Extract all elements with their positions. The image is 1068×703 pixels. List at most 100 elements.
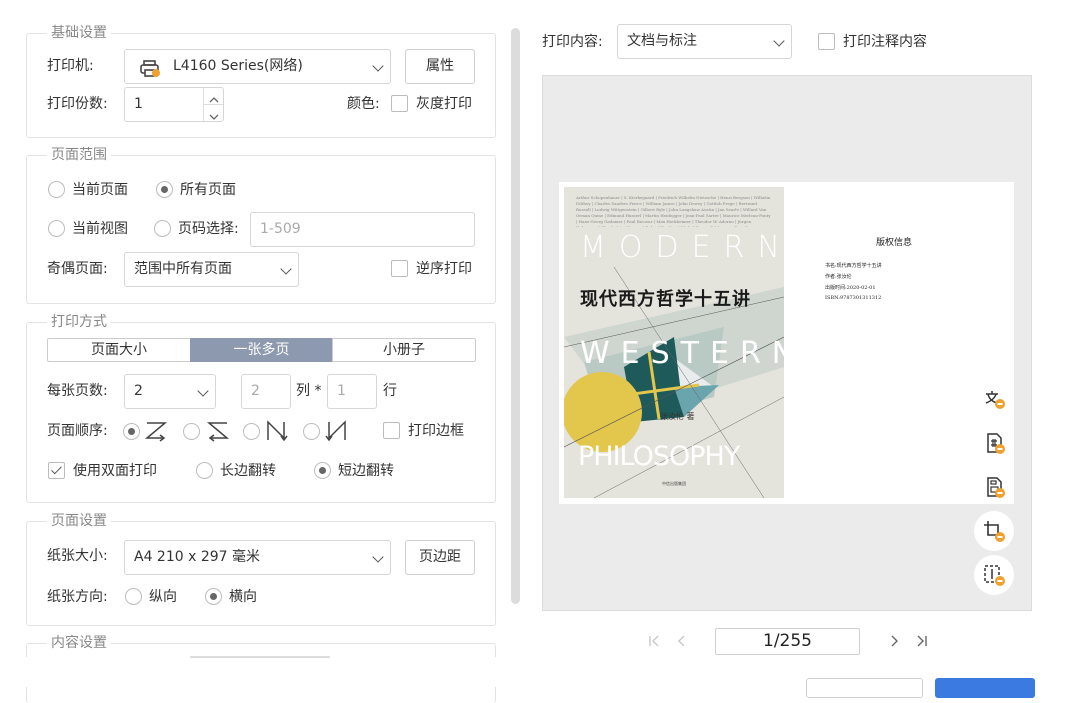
- tab-page-size[interactable]: 页面大小: [47, 338, 191, 362]
- margins-button[interactable]: 页边距: [405, 540, 475, 575]
- stepper-up-icon[interactable]: [203, 88, 223, 105]
- content-settings-legend: 内容设置: [47, 634, 111, 652]
- portrait-radio[interactable]: [125, 588, 142, 605]
- tab-booklet[interactable]: 小册子: [332, 338, 476, 362]
- print-border-label: 打印边框: [408, 423, 464, 439]
- long-edge-label: 长边翻转: [220, 463, 276, 479]
- crop-button[interactable]: [974, 511, 1014, 551]
- paper-size-select[interactable]: A4 210 x 297 毫米: [124, 540, 391, 575]
- printer-icon: [139, 58, 161, 77]
- print-mode-legend: 打印方式: [47, 313, 111, 331]
- cancel-button[interactable]: [806, 678, 923, 698]
- page-indicator-input[interactable]: 1/255: [715, 628, 860, 655]
- doc-save-icon[interactable]: [982, 475, 1008, 501]
- order-n-right-icon: [263, 418, 291, 448]
- odd-even-select[interactable]: 范围中所有页面: [124, 252, 299, 287]
- first-page-icon[interactable]: [646, 633, 662, 653]
- order-n-left-icon: [323, 418, 351, 448]
- current-page-radio[interactable]: [48, 181, 65, 198]
- order-z-right-icon: [143, 418, 171, 448]
- print-annotations-checkbox[interactable]: [818, 33, 835, 50]
- duplex-checkbox[interactable]: [48, 462, 65, 479]
- print-annotations-label: 打印注释内容: [843, 34, 927, 50]
- printer-label: 打印机:: [47, 58, 94, 74]
- chevron-down-icon: [197, 385, 209, 397]
- page-select-radio[interactable]: [154, 220, 171, 237]
- print-button[interactable]: [935, 678, 1035, 698]
- doc-number-icon[interactable]: [982, 431, 1008, 457]
- page-setup-legend: 页面设置: [47, 512, 111, 530]
- next-page-icon[interactable]: [886, 633, 902, 653]
- copies-value: 1: [134, 96, 143, 112]
- rows-input[interactable]: 1: [327, 374, 377, 409]
- odd-even-label: 奇偶页面:: [47, 261, 108, 277]
- reverse-print-checkbox[interactable]: [391, 260, 408, 277]
- stepper-down-icon[interactable]: [203, 105, 223, 121]
- page-indicator: 1/255: [763, 631, 812, 651]
- chevron-down-icon: [372, 60, 384, 72]
- chevron-down-icon: [280, 263, 292, 275]
- pages-per-sheet-label: 每张页数:: [47, 383, 108, 399]
- duplex-label: 使用双面打印: [73, 463, 157, 479]
- cover-publisher: 中信出版集团: [662, 481, 686, 486]
- page-order-radio-1[interactable]: [123, 423, 140, 440]
- all-pages-label: 所有页面: [180, 182, 236, 198]
- cover-author-names: Arthur Schopenhauer | S. Kierkegaard | F…: [576, 195, 771, 227]
- landscape-label: 横向: [229, 589, 257, 605]
- copies-stepper[interactable]: 1: [124, 87, 224, 122]
- cover-word-modern: MODERN: [580, 230, 784, 265]
- current-page-label: 当前页面: [72, 182, 128, 198]
- page-order-radio-2[interactable]: [183, 423, 200, 440]
- copyright-line: 出版时间:2020-02-01: [825, 285, 876, 291]
- copyright-line: 书名:现代西方哲学十五讲: [825, 263, 882, 269]
- basic-settings-legend: 基础设置: [47, 24, 111, 42]
- all-pages-radio[interactable]: [156, 181, 173, 198]
- pages-per-sheet-select[interactable]: 2: [124, 374, 216, 409]
- copyright-line: ISBN:9787301311312: [825, 295, 882, 301]
- reverse-print-label: 逆序打印: [416, 261, 472, 277]
- crop-icon: [984, 521, 1005, 542]
- color-label: 颜色:: [347, 96, 380, 112]
- select-area-button[interactable]: [974, 555, 1014, 595]
- rows-label: 行: [383, 383, 397, 399]
- columns-label: 列 *: [296, 383, 322, 399]
- cover-word-philosophy: PHILOSOPHY: [578, 441, 740, 472]
- cover-title-cn: 现代西方哲学十五讲: [580, 289, 751, 310]
- pages-per-sheet-value: 2: [134, 383, 143, 399]
- copyright-line: 作者:张汝伦: [825, 274, 852, 280]
- page-order-radio-4[interactable]: [303, 423, 320, 440]
- paper-size-value: A4 210 x 297 毫米: [134, 549, 261, 565]
- prev-page-icon[interactable]: [674, 633, 690, 653]
- copies-label: 打印份数:: [47, 96, 108, 112]
- print-content-label: 打印内容:: [542, 34, 603, 50]
- translate-icon[interactable]: [982, 387, 1008, 413]
- short-edge-label: 短边翻转: [338, 463, 394, 479]
- content-settings-mask: [0, 657, 500, 687]
- last-page-icon[interactable]: [914, 633, 930, 653]
- left-panel-scrollbar[interactable]: [511, 28, 520, 604]
- printer-value: L4160 Series(网络): [173, 58, 303, 74]
- paper-size-label: 纸张大小:: [47, 548, 108, 564]
- properties-button[interactable]: 属性: [405, 49, 475, 84]
- current-view-label: 当前视图: [72, 221, 128, 237]
- page-order-radio-3[interactable]: [243, 423, 260, 440]
- print-content-select[interactable]: 文档与标注: [617, 24, 792, 59]
- printer-select[interactable]: L4160 Series(网络): [124, 49, 391, 84]
- portrait-label: 纵向: [149, 589, 177, 605]
- cover-word-western: WESTERN: [580, 336, 784, 371]
- long-edge-radio[interactable]: [196, 462, 213, 479]
- tab-multi-page[interactable]: 一张多页: [190, 338, 333, 362]
- columns-input[interactable]: 2: [241, 374, 291, 409]
- orientation-label: 纸张方向:: [47, 589, 108, 605]
- print-border-checkbox[interactable]: [383, 422, 400, 439]
- chevron-down-icon: [773, 35, 785, 47]
- landscape-radio[interactable]: [205, 588, 222, 605]
- current-view-radio[interactable]: [48, 220, 65, 237]
- copyright-title: 版权信息: [876, 238, 913, 248]
- page-range-legend: 页面范围: [47, 146, 111, 164]
- odd-even-value: 范围中所有页面: [134, 261, 232, 277]
- grayscale-checkbox[interactable]: [391, 95, 408, 112]
- page-select-input[interactable]: 1-509: [250, 212, 475, 247]
- select-area-icon: [984, 565, 1005, 586]
- short-edge-radio[interactable]: [314, 462, 331, 479]
